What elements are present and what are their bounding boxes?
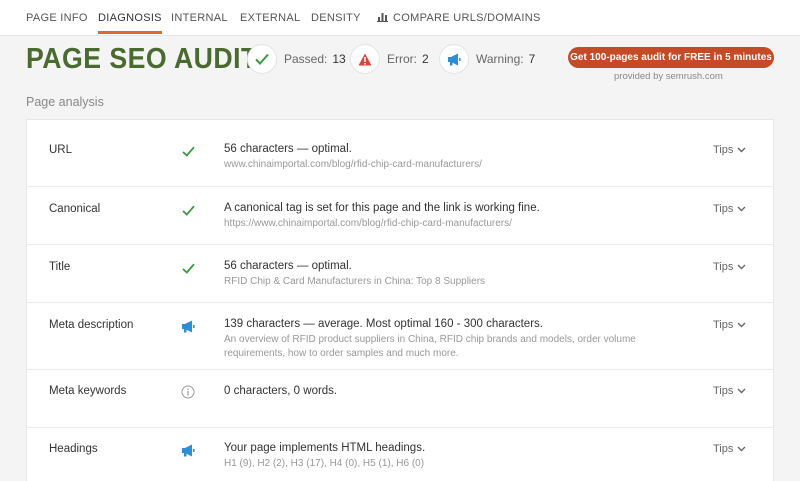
row-label: Meta keywords bbox=[49, 385, 127, 397]
tips-label: Tips bbox=[713, 385, 734, 397]
warning-stat: Warning: 7 bbox=[440, 45, 535, 73]
check-icon bbox=[181, 205, 195, 216]
row-detail: H1 (9), H2 (2), H3 (17), H4 (0), H5 (1),… bbox=[224, 458, 425, 469]
tips-toggle[interactable]: Tips bbox=[713, 319, 746, 331]
tips-label: Tips bbox=[713, 261, 734, 273]
megaphone-icon bbox=[448, 53, 461, 65]
check-icon bbox=[255, 53, 269, 65]
check-icon bbox=[181, 263, 195, 274]
row-label: Title bbox=[49, 261, 71, 273]
chevron-down-icon bbox=[737, 147, 746, 153]
tips-toggle[interactable]: Tips bbox=[713, 443, 746, 455]
table-row-meta-description: Meta description 139 characters — averag… bbox=[27, 303, 773, 370]
chevron-down-icon bbox=[737, 388, 746, 394]
warning-count: 7 bbox=[528, 52, 536, 66]
top-navigation: PAGE INFO DIAGNOSIS INTERNAL EXTERNAL DE… bbox=[0, 0, 800, 36]
row-summary: 56 characters — optimal. bbox=[224, 260, 352, 272]
free-audit-button[interactable]: Get 100-pages audit for FREE in 5 minute… bbox=[568, 47, 774, 68]
row-detail: RFID Chip & Card Manufacturers in China:… bbox=[224, 276, 486, 287]
row-summary: A canonical tag is set for this page and… bbox=[224, 202, 540, 214]
row-summary: 0 characters, 0 words. bbox=[224, 385, 338, 397]
tips-label: Tips bbox=[713, 319, 734, 331]
section-title: Page analysis bbox=[26, 95, 104, 109]
status-icon bbox=[179, 143, 197, 159]
tab-compare-urls[interactable]: COMPARE URLS/DOMAINS bbox=[377, 12, 541, 25]
table-row-meta-keywords: Meta keywords 0 characters, 0 words. Tip… bbox=[27, 370, 773, 428]
table-row-title: Title 56 characters — optimal. RFID Chip… bbox=[27, 245, 773, 303]
tab-external[interactable]: EXTERNAL bbox=[240, 12, 300, 25]
row-summary: Your page implements HTML headings. bbox=[224, 442, 426, 454]
warning-label: Warning: bbox=[476, 52, 524, 66]
tips-toggle[interactable]: Tips bbox=[713, 261, 746, 273]
warning-badge bbox=[440, 45, 468, 73]
row-label: Headings bbox=[49, 443, 98, 455]
tips-toggle[interactable]: Tips bbox=[713, 203, 746, 215]
page-analysis-panel: URL 56 characters — optimal. www.chinaim… bbox=[26, 119, 774, 481]
row-summary: 56 characters — optimal. bbox=[224, 143, 352, 155]
tips-label: Tips bbox=[713, 203, 734, 215]
chevron-down-icon bbox=[737, 322, 746, 328]
error-badge bbox=[351, 45, 379, 73]
check-icon bbox=[181, 146, 195, 157]
warning-triangle-icon bbox=[358, 53, 372, 65]
table-row-url: URL 56 characters — optimal. www.chinaim… bbox=[27, 120, 773, 187]
row-label: Meta description bbox=[49, 319, 134, 331]
error-stat: Error: 2 bbox=[351, 45, 429, 73]
passed-label: Passed: bbox=[284, 52, 328, 66]
tab-density[interactable]: DENSITY bbox=[311, 12, 361, 25]
tips-toggle[interactable]: Tips bbox=[713, 385, 746, 397]
error-count: 2 bbox=[422, 52, 429, 66]
table-row-headings: Headings Your page implements HTML headi… bbox=[27, 428, 773, 481]
passed-stat: Passed: 13 bbox=[248, 45, 346, 73]
row-label: URL bbox=[49, 144, 73, 156]
row-label: Canonical bbox=[49, 203, 101, 215]
status-icon bbox=[179, 202, 197, 218]
row-detail: https://www.chinaimportal.com/blog/rfid-… bbox=[224, 218, 512, 229]
tab-diagnosis[interactable]: DIAGNOSIS bbox=[98, 12, 162, 34]
chevron-down-icon bbox=[737, 446, 746, 452]
provided-by-text: provided by semrush.com bbox=[614, 71, 723, 82]
info-icon bbox=[181, 385, 195, 399]
row-detail: An overview of RFID product suppliers in… bbox=[224, 334, 636, 359]
row-summary: 139 characters — average. Most optimal 1… bbox=[224, 318, 543, 330]
table-row-canonical: Canonical A canonical tag is set for thi… bbox=[27, 187, 773, 245]
status-icon bbox=[179, 318, 197, 334]
bar-chart-icon bbox=[377, 13, 388, 22]
chevron-down-icon bbox=[737, 206, 746, 212]
tab-compare-urls-label: COMPARE URLS/DOMAINS bbox=[393, 12, 541, 24]
passed-count: 13 bbox=[332, 52, 346, 66]
chevron-down-icon bbox=[737, 264, 746, 270]
status-icon bbox=[179, 442, 197, 458]
tips-label: Tips bbox=[713, 144, 734, 156]
tab-page-info[interactable]: PAGE INFO bbox=[26, 12, 88, 25]
status-icon bbox=[179, 260, 197, 276]
tips-label: Tips bbox=[713, 443, 734, 455]
tips-toggle[interactable]: Tips bbox=[713, 144, 746, 156]
tab-internal[interactable]: INTERNAL bbox=[171, 12, 228, 25]
row-detail: www.chinaimportal.com/blog/rfid-chip-car… bbox=[224, 159, 482, 170]
megaphone-icon bbox=[182, 444, 195, 456]
megaphone-icon bbox=[182, 320, 195, 332]
passed-badge bbox=[248, 45, 276, 73]
error-label: Error: bbox=[387, 52, 417, 66]
status-icon bbox=[179, 384, 197, 400]
page-title: PAGE SEO AUDIT bbox=[26, 43, 258, 75]
